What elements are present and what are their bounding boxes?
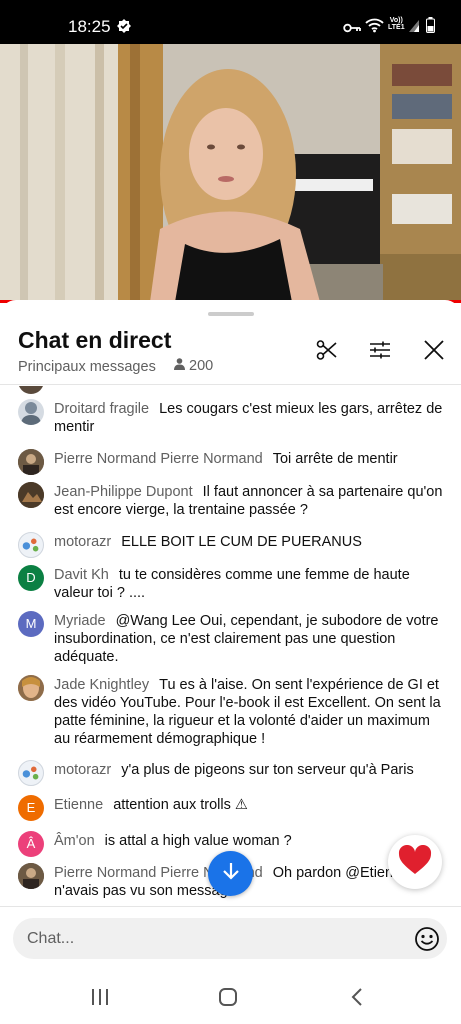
person-icon	[174, 358, 185, 374]
reaction-button[interactable]	[388, 835, 442, 889]
chat-message[interactable]: E Etienne attention aux trolls ⚠	[18, 795, 448, 821]
chat-message[interactable]: M Myriade @Wang Lee Oui, cependant, je su…	[18, 611, 448, 666]
message-text: ELLE BOIT LE CUM DE PUERANUS	[121, 534, 362, 550]
drag-handle[interactable]	[208, 312, 254, 316]
tune-icon[interactable]	[366, 336, 394, 364]
avatar	[18, 863, 44, 889]
message-author[interactable]: Jade Knightley	[54, 677, 149, 693]
verified-app-icon	[116, 18, 132, 39]
message-author[interactable]: Pierre Normand Pierre Normand	[54, 451, 263, 467]
avatar: Â	[18, 831, 44, 857]
video-player[interactable]	[0, 44, 461, 302]
input-divider	[0, 906, 461, 907]
message-text: y'a plus de pigeons sur ton serveur qu'à…	[121, 762, 414, 778]
battery-icon	[426, 17, 435, 38]
message-text: Toi arrête de mentir	[272, 451, 398, 467]
chat-message[interactable]: Jean-Philippe Dupont Il faut annoncer à s…	[18, 482, 448, 519]
message-author[interactable]: Droitard fragile	[54, 401, 149, 417]
viewer-count: 200	[174, 358, 213, 374]
avatar	[18, 532, 44, 558]
arrow-down-icon	[221, 861, 241, 886]
message-author[interactable]: Jean-Philippe Dupont	[54, 484, 193, 500]
system-navigation-bar	[0, 970, 461, 1024]
message-author[interactable]: motorazr	[54, 762, 111, 778]
scroll-to-bottom-button[interactable]	[208, 851, 253, 896]
message-author[interactable]: Davit Kh	[54, 567, 109, 583]
chat-message[interactable]: Jade Knightley Tu es à l'aise. On sent l'…	[18, 675, 448, 748]
status-bar: 18:25 Vo)) LTE1	[0, 0, 461, 44]
avatar	[18, 482, 44, 508]
message-author[interactable]: motorazr	[54, 534, 111, 550]
message-author[interactable]: Âm'on	[54, 833, 95, 849]
avatar	[18, 386, 44, 394]
message-text: @Wang Lee Oui, cependant, je subodore de…	[54, 613, 439, 665]
chat-message-list[interactable]: Droitard fragile Les cougars c'est mieux …	[0, 386, 461, 904]
heart-icon	[398, 844, 432, 880]
avatar: E	[18, 795, 44, 821]
message-author[interactable]: Etienne	[54, 797, 103, 813]
message-author[interactable]: Myriade	[54, 613, 106, 629]
chat-message[interactable]: Pierre Normand Pierre Normand Toi arrête …	[18, 449, 448, 475]
chat-message[interactable]: D Davit Kh tu te considères comme une fem…	[18, 565, 448, 602]
avatar	[18, 675, 44, 701]
chat-input-container	[13, 918, 447, 959]
avatar	[18, 760, 44, 786]
status-time: 18:25	[68, 17, 111, 36]
emoji-icon[interactable]	[414, 926, 440, 952]
avatar	[18, 399, 44, 425]
viewer-count-value: 200	[189, 358, 214, 374]
chat-message[interactable]: motorazr ELLE BOIT LE CUM DE PUERANUS	[18, 532, 448, 558]
message-text: attention aux trolls ⚠	[113, 797, 248, 813]
home-icon[interactable]	[216, 986, 240, 1008]
avatar	[18, 449, 44, 475]
chat-input[interactable]	[27, 918, 407, 959]
signal-icon	[408, 19, 420, 38]
avatar: M	[18, 611, 44, 637]
chat-message[interactable]: Â Âm'on is attal a high value woman ?	[18, 831, 448, 857]
scissors-icon[interactable]	[313, 336, 341, 364]
chat-title: Chat en direct	[18, 327, 172, 353]
wifi-icon	[365, 18, 384, 38]
message-text: is attal a high value woman ?	[104, 833, 292, 849]
header-divider	[0, 384, 461, 385]
back-icon[interactable]	[345, 986, 369, 1008]
recent-apps-icon[interactable]	[88, 986, 112, 1008]
close-icon[interactable]	[420, 336, 448, 364]
chat-filter-label[interactable]: Principaux messages	[18, 359, 156, 375]
chat-message[interactable]: motorazr y'a plus de pigeons sur ton serv…	[18, 760, 448, 786]
chat-message[interactable]: Droitard fragile Les cougars c'est mieux …	[18, 399, 448, 436]
key-icon	[343, 20, 361, 38]
avatar: D	[18, 565, 44, 591]
video-frame	[0, 44, 461, 302]
network-label: Vo)) LTE1	[388, 17, 405, 31]
